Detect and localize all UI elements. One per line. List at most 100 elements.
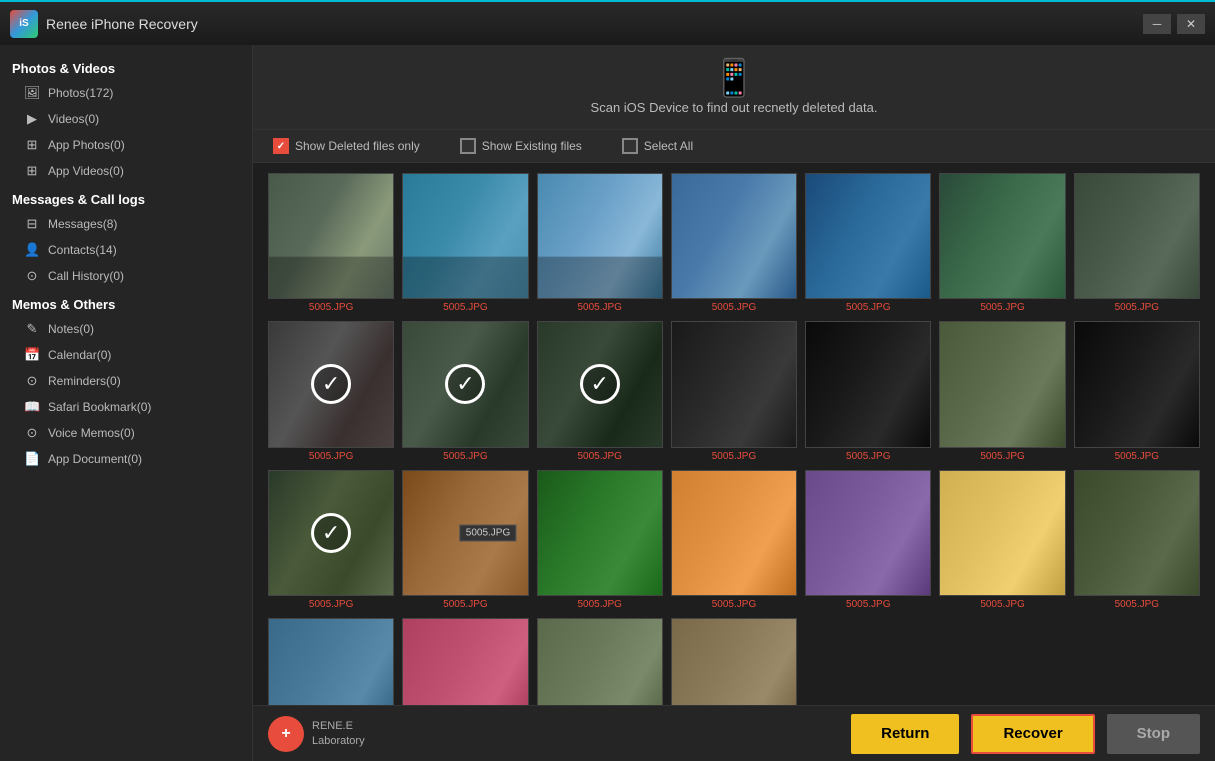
photo-item[interactable]: 5005.JPG <box>671 173 797 313</box>
photo-label: 5005.JPG <box>1115 451 1159 462</box>
photo-grid: 5005.JPG5005.JPG5005.JPG5005.JPG5005.JPG… <box>268 173 1200 705</box>
photo-item[interactable]: 5005.JPG <box>1074 321 1200 461</box>
photo-item[interactable]: 5005.JPG <box>805 470 931 610</box>
photo-label: 5005.JPG <box>577 451 621 462</box>
photo-item[interactable]: 5005.JPG5005.JPG <box>402 470 528 610</box>
check-overlay: ✓ <box>311 513 351 553</box>
check-overlay: ✓ <box>580 364 620 404</box>
photo-item[interactable]: 5005.JPG <box>671 321 797 461</box>
photo-label: 5005.JPG <box>1115 599 1159 610</box>
contacts-icon: 👤 <box>24 242 40 258</box>
sidebar-section-photos-videos: Photos & Videos <box>0 53 252 80</box>
sidebar-item-app-photos[interactable]: ⊞ App Photos(0) <box>0 132 252 158</box>
sidebar-item-contacts[interactable]: 👤 Contacts(14) <box>0 237 252 263</box>
photo-item[interactable]: 5005.JPG <box>268 618 394 705</box>
return-button[interactable]: Return <box>851 714 959 754</box>
voice-memos-icon: ⊙ <box>24 425 40 441</box>
videos-icon: ▶ <box>24 111 40 127</box>
photo-item[interactable]: 5005.JPG <box>537 618 663 705</box>
sidebar-item-app-document[interactable]: 📄 App Document(0) <box>0 446 252 472</box>
sidebar-item-calendar[interactable]: 📅 Calendar(0) <box>0 342 252 368</box>
recover-button[interactable]: Recover <box>971 714 1094 754</box>
title-bar: iS Renee iPhone Recovery ─ ✕ <box>0 0 1215 45</box>
app-icon: iS <box>10 10 38 38</box>
select-all-checkbox[interactable] <box>622 138 638 154</box>
photo-label: 5005.JPG <box>846 302 890 313</box>
photo-item[interactable]: 5005.JPG <box>671 470 797 610</box>
sidebar-section-messages: Messages & Call logs <box>0 184 252 211</box>
app-photos-icon: ⊞ <box>24 137 40 153</box>
app-title: Renee iPhone Recovery <box>46 16 1143 32</box>
sidebar-item-messages[interactable]: ⊟ Messages(8) <box>0 211 252 237</box>
photo-item[interactable]: 5005.JPG <box>671 618 797 705</box>
photo-item[interactable]: 5005.JPG <box>537 470 663 610</box>
stop-button[interactable]: Stop <box>1107 714 1200 754</box>
sidebar-item-photos[interactable]: 🖼 Photos(172) <box>0 80 252 106</box>
minimize-button[interactable]: ─ <box>1143 14 1171 34</box>
messages-icon: ⊟ <box>24 216 40 232</box>
filter-bar: Show Deleted files only Show Existing fi… <box>253 130 1215 163</box>
sidebar-item-voice-memos[interactable]: ⊙ Voice Memos(0) <box>0 420 252 446</box>
photo-item[interactable]: ✓5005.JPG <box>268 470 394 610</box>
photo-item[interactable]: 5005.JPG <box>805 321 931 461</box>
app-videos-icon: ⊞ <box>24 163 40 179</box>
photos-icon: 🖼 <box>24 85 40 101</box>
photo-label: 5005.JPG <box>443 302 487 313</box>
sidebar: Photos & Videos 🖼 Photos(172) ▶ Videos(0… <box>0 45 253 761</box>
check-overlay: ✓ <box>311 364 351 404</box>
photo-item[interactable]: 5005.JPG <box>1074 173 1200 313</box>
main-layout: Photos & Videos 🖼 Photos(172) ▶ Videos(0… <box>0 45 1215 761</box>
app-document-icon: 📄 <box>24 451 40 467</box>
sidebar-item-reminders[interactable]: ⊙ Reminders(0) <box>0 368 252 394</box>
logo-icon: + <box>268 716 304 752</box>
filter-deleted-files[interactable]: Show Deleted files only <box>273 138 420 154</box>
photo-grid-container: 5005.JPG5005.JPG5005.JPG5005.JPG5005.JPG… <box>253 163 1215 705</box>
reminders-icon: ⊙ <box>24 373 40 389</box>
logo-line2: Laboratory <box>312 734 365 748</box>
photo-label: 5005.JPG <box>846 599 890 610</box>
photo-item[interactable]: 5005.JPG <box>939 321 1065 461</box>
deleted-files-label: Show Deleted files only <box>295 139 420 153</box>
photo-item[interactable]: ✓ 5005.JPG <box>537 321 663 461</box>
close-button[interactable]: ✕ <box>1177 14 1205 34</box>
filter-existing-files[interactable]: Show Existing files <box>460 138 582 154</box>
select-all-label: Select All <box>644 139 693 153</box>
call-history-icon: ⊙ <box>24 268 40 284</box>
photo-label: 5005.JPG <box>309 302 353 313</box>
deleted-files-checkbox[interactable] <box>273 138 289 154</box>
photo-label: 5005.JPG <box>712 451 756 462</box>
photo-label: 5005.JPG <box>309 451 353 462</box>
scan-text: Scan iOS Device to find out recnetly del… <box>591 100 878 115</box>
sidebar-item-safari-bookmark[interactable]: 📖 Safari Bookmark(0) <box>0 394 252 420</box>
photo-item[interactable]: 5005.JPG <box>402 618 528 705</box>
photo-item[interactable]: 5005.JPG <box>939 173 1065 313</box>
photo-label: 5005.JPG <box>712 599 756 610</box>
photo-label: 5005.JPG <box>712 302 756 313</box>
photo-item[interactable]: 5005.JPG <box>939 470 1065 610</box>
photo-item[interactable]: 5005.JPG <box>537 173 663 313</box>
logo-section: + RENE.E Laboratory <box>268 716 365 752</box>
logo-line1: RENE.E <box>312 719 365 733</box>
safari-icon: 📖 <box>24 399 40 415</box>
bottom-bar: + RENE.E Laboratory Return Recover Stop <box>253 705 1215 761</box>
photo-label: 5005.JPG <box>980 451 1024 462</box>
photo-item[interactable]: ✓ 5005.JPG <box>268 321 394 461</box>
photo-item[interactable]: 5005.JPG <box>268 173 394 313</box>
sidebar-item-videos[interactable]: ▶ Videos(0) <box>0 106 252 132</box>
photo-label: 5005.JPG <box>577 599 621 610</box>
notes-icon: ✎ <box>24 321 40 337</box>
existing-files-checkbox[interactable] <box>460 138 476 154</box>
sidebar-item-call-history[interactable]: ⊙ Call History(0) <box>0 263 252 289</box>
photo-item[interactable]: 5005.JPG <box>805 173 931 313</box>
calendar-icon: 📅 <box>24 347 40 363</box>
filter-select-all[interactable]: Select All <box>622 138 693 154</box>
sidebar-item-app-videos[interactable]: ⊞ App Videos(0) <box>0 158 252 184</box>
content-area: 📱 Scan iOS Device to find out recnetly d… <box>253 45 1215 761</box>
device-icon: 📱 <box>265 57 1203 99</box>
photo-item[interactable]: 5005.JPG <box>1074 470 1200 610</box>
sidebar-item-notes[interactable]: ✎ Notes(0) <box>0 316 252 342</box>
photo-item[interactable]: 5005.JPG <box>402 173 528 313</box>
sidebar-section-memos: Memos & Others <box>0 289 252 316</box>
check-overlay: ✓ <box>445 364 485 404</box>
photo-item[interactable]: ✓5005.JPG <box>402 321 528 461</box>
